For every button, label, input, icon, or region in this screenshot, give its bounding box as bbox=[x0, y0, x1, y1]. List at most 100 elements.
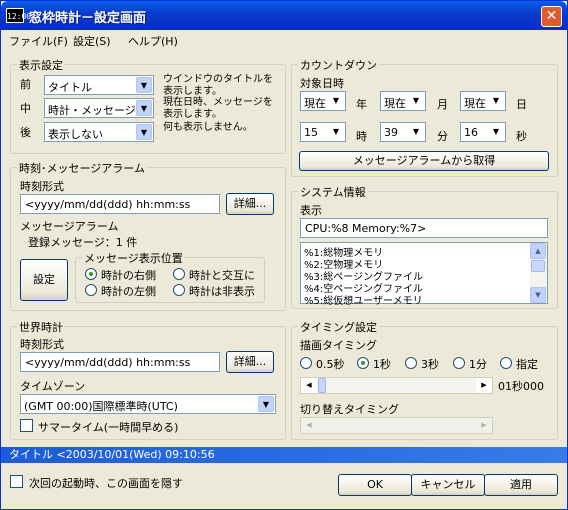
pos-alternate-label: 時計と交互に bbox=[189, 269, 255, 282]
slider-value: 01秒000 bbox=[498, 380, 544, 393]
world-format-input[interactable]: <yyyy/mm/dd(ddd) hh:mm:ss bbox=[20, 352, 220, 372]
group-title: カウントダウン bbox=[298, 57, 379, 73]
minute-select[interactable]: 39 ▼ bbox=[380, 122, 426, 142]
scroll-thumb[interactable] bbox=[531, 260, 545, 272]
clock-app-icon: 12:00 bbox=[6, 8, 31, 23]
alarm-detail-button[interactable]: 詳細... bbox=[226, 193, 274, 215]
fetch-from-alarm-button[interactable]: メッセージアラームから取得 bbox=[299, 151, 549, 171]
timing-custom-radio[interactable] bbox=[500, 357, 512, 369]
timing-1s-label: 1秒 bbox=[373, 358, 391, 371]
alarm-format-input[interactable]: <yyyy/mm/dd(ddd) hh:mm:ss bbox=[20, 194, 220, 214]
world-detail-button[interactable]: 詳細... bbox=[226, 351, 274, 373]
middle-select[interactable]: 時計・メッセージ ▼ bbox=[44, 98, 154, 118]
list-item[interactable]: %5:総仮想ユーザーメモリ bbox=[304, 292, 423, 307]
month-select[interactable]: 現在 ▼ bbox=[380, 91, 426, 111]
scroll-right-icon[interactable]: ▶ bbox=[476, 418, 492, 433]
chevron-down-icon[interactable]: ▼ bbox=[328, 124, 344, 140]
minute-unit: 分 bbox=[437, 130, 448, 143]
menu-help[interactable]: ヘルプ(H) bbox=[128, 33, 178, 49]
menu-file[interactable]: ファイル(F) bbox=[9, 33, 68, 49]
timing-3s-label: 3秒 bbox=[421, 358, 439, 371]
timing-0-5s-radio[interactable] bbox=[300, 357, 312, 369]
back-select[interactable]: 表示しない ▼ bbox=[44, 122, 154, 142]
settings-window: 12:00 窓枠時計－設定画面 ✕ ファイル(F) 設定(S) ヘルプ(H) 表… bbox=[0, 0, 568, 510]
pos-alternate-radio[interactable] bbox=[173, 268, 185, 280]
hide-on-startup-label: 次回の起動時、この画面を隠す bbox=[29, 477, 183, 490]
title-bar[interactable]: 12:00 窓枠時計－設定画面 ✕ bbox=[1, 1, 567, 30]
apply-button[interactable]: 適用 bbox=[484, 474, 558, 496]
pos-left-label: 時計の左側 bbox=[101, 285, 156, 298]
pos-left-radio[interactable] bbox=[85, 284, 97, 296]
timing-3s-radio[interactable] bbox=[405, 357, 417, 369]
front-label: 前 bbox=[20, 78, 31, 91]
group-title: 世界時計 bbox=[17, 319, 65, 335]
front-select[interactable]: タイトル ▼ bbox=[44, 75, 154, 95]
draw-timing-label: 描画タイミング bbox=[300, 339, 377, 352]
day-select[interactable]: 現在 ▼ bbox=[460, 91, 506, 111]
chevron-down-icon[interactable]: ▼ bbox=[136, 124, 152, 140]
summer-time-label: サマータイム(一時間早める) bbox=[38, 421, 179, 434]
draw-timing-slider[interactable]: ◀ ▶ bbox=[300, 377, 493, 394]
group-title: 表示設定 bbox=[17, 57, 65, 73]
chevron-down-icon[interactable]: ▼ bbox=[488, 124, 504, 140]
front-select-value: タイトル bbox=[48, 81, 92, 94]
scroll-up-icon[interactable]: ▲ bbox=[530, 243, 546, 259]
front-description: ウインドウのタイトルを表示します。 bbox=[163, 74, 273, 97]
pos-right-radio[interactable] bbox=[85, 268, 97, 280]
sysinfo-variable-list[interactable]: %1:総物理メモリ %2:空物理メモリ %3:総ページングファイル %4:空ペー… bbox=[300, 242, 548, 307]
chevron-down-icon[interactable]: ▼ bbox=[258, 396, 274, 412]
group-title: 時刻･メッセージアラーム bbox=[17, 160, 147, 176]
pos-right-label: 時計の右側 bbox=[101, 269, 156, 282]
timing-1m-radio[interactable] bbox=[453, 357, 465, 369]
hour-value: 15 bbox=[304, 126, 318, 139]
second-value: 16 bbox=[464, 126, 478, 139]
close-button[interactable]: ✕ bbox=[541, 6, 562, 27]
cancel-button[interactable]: キャンセル bbox=[411, 474, 485, 496]
scroll-right-icon[interactable]: ▶ bbox=[476, 378, 492, 393]
menu-settings[interactable]: 設定(S) bbox=[73, 33, 111, 49]
sysinfo-display-input[interactable]: CPU:%8 Memory:%7> bbox=[300, 218, 548, 238]
scroll-left-icon[interactable]: ◀ bbox=[301, 378, 317, 393]
summer-time-checkbox[interactable] bbox=[20, 419, 33, 432]
back-select-value: 表示しない bbox=[48, 128, 103, 141]
middle-label: 中 bbox=[20, 102, 31, 115]
group-title: タイミング設定 bbox=[298, 319, 379, 335]
pos-hidden-label: 時計は非表示 bbox=[189, 285, 255, 298]
timezone-select[interactable]: (GMT 00:00)国際標準時(UTC) ▼ bbox=[20, 394, 276, 414]
second-unit: 秒 bbox=[516, 130, 527, 143]
sysinfo-display-label: 表示 bbox=[300, 204, 322, 217]
ok-button[interactable]: OK bbox=[338, 474, 412, 496]
world-format-label: 時刻形式 bbox=[20, 338, 64, 351]
chevron-down-icon[interactable]: ▼ bbox=[136, 100, 152, 116]
list-scrollbar[interactable]: ▲ ▼ bbox=[530, 243, 547, 303]
second-select[interactable]: 16 ▼ bbox=[460, 122, 506, 142]
menu-bar: ファイル(F) 設定(S) ヘルプ(H) bbox=[1, 30, 567, 50]
chevron-down-icon[interactable]: ▼ bbox=[328, 93, 344, 109]
hour-select[interactable]: 15 ▼ bbox=[300, 122, 346, 142]
year-unit: 年 bbox=[356, 98, 367, 111]
alarm-settings-button[interactable]: 設定 bbox=[20, 259, 68, 301]
chevron-down-icon[interactable]: ▼ bbox=[136, 77, 152, 93]
hide-on-startup-checkbox[interactable] bbox=[10, 475, 23, 488]
timing-1s-radio[interactable] bbox=[357, 357, 369, 369]
minute-value: 39 bbox=[384, 126, 398, 139]
timezone-label: タイムゾーン bbox=[20, 380, 86, 393]
year-select[interactable]: 現在 ▼ bbox=[300, 91, 346, 111]
timing-0-5s-label: 0.5秒 bbox=[316, 358, 345, 371]
chevron-down-icon[interactable]: ▼ bbox=[408, 93, 424, 109]
middle-select-value: 時計・メッセージ bbox=[48, 104, 136, 117]
month-unit: 月 bbox=[437, 98, 448, 111]
pos-hidden-radio[interactable] bbox=[173, 284, 185, 296]
scroll-left-icon[interactable]: ◀ bbox=[301, 418, 317, 433]
slider-thumb[interactable] bbox=[318, 378, 326, 393]
month-value: 現在 bbox=[384, 97, 406, 110]
chevron-down-icon[interactable]: ▼ bbox=[408, 124, 424, 140]
timezone-value: (GMT 00:00)国際標準時(UTC) bbox=[24, 400, 178, 413]
switch-timing-slider[interactable]: ◀ ▶ bbox=[300, 417, 493, 434]
message-alarm-label: メッセージアラーム bbox=[20, 220, 119, 233]
scroll-down-icon[interactable]: ▼ bbox=[530, 287, 546, 303]
chevron-down-icon[interactable]: ▼ bbox=[488, 93, 504, 109]
year-value: 現在 bbox=[304, 97, 326, 110]
group-title: メッセージ表示位置 bbox=[82, 250, 185, 266]
timing-custom-label: 指定 bbox=[516, 358, 538, 371]
